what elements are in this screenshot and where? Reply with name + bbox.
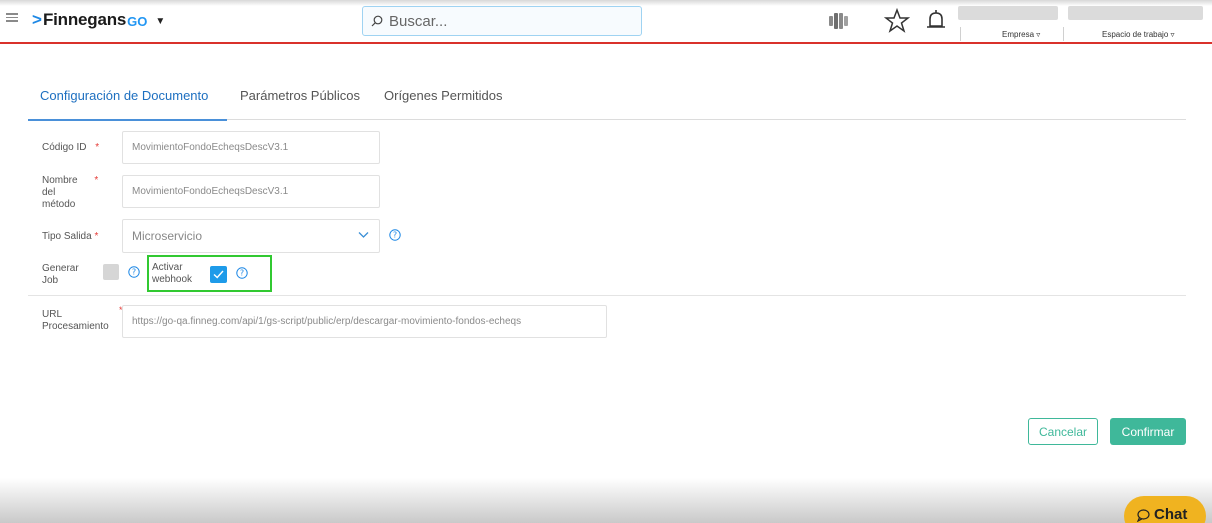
top-bar: > Finnegans GO ▼ Buscar... Empresa ▿ Esp…: [0, 0, 1212, 44]
cancel-button[interactable]: Cancelar: [1028, 418, 1098, 445]
tab-origenes-permitidos[interactable]: Orígenes Permitidos: [384, 88, 503, 103]
hamburger-menu-icon[interactable]: [6, 11, 18, 25]
tipo-salida-select[interactable]: Microservicio: [122, 219, 380, 253]
tab-configuracion-documento[interactable]: Configuración de Documento: [40, 88, 208, 103]
separator: [1063, 27, 1064, 41]
search-input[interactable]: Buscar...: [362, 6, 642, 36]
tab-parametros-publicos[interactable]: Parámetros Públicos: [240, 88, 360, 103]
activar-webhook-checkbox[interactable]: [210, 266, 227, 283]
codigo-id-label: Código ID *: [42, 142, 100, 153]
brand-name: Finnegans: [42, 10, 127, 29]
generar-job-checkbox[interactable]: [103, 264, 119, 280]
empresa-label: Empresa: [1002, 30, 1035, 39]
apps-icon[interactable]: [826, 8, 852, 34]
workspace-label: Espacio de trabajo: [1102, 30, 1169, 39]
divider: [28, 295, 1186, 296]
help-icon[interactable]: ?: [128, 266, 140, 278]
svg-text:?: ?: [132, 268, 136, 277]
confirm-button[interactable]: Confirmar: [1110, 418, 1186, 445]
codigo-id-field[interactable]: MovimientoFondoEcheqsDescV3.1: [122, 131, 380, 164]
tipo-salida-value: Microservicio: [132, 229, 203, 243]
search-placeholder: Buscar...: [389, 12, 448, 30]
check-icon: [213, 270, 224, 279]
brand-logo[interactable]: > Finnegans GO ▼: [32, 9, 165, 31]
search-icon: [371, 15, 383, 27]
nombre-metodo-value: MovimientoFondoEcheqsDescV3.1: [132, 186, 289, 197]
help-icon[interactable]: ?: [236, 267, 248, 279]
nombre-metodo-label: Nombre * del método: [42, 175, 99, 210]
help-icon[interactable]: ?: [389, 229, 401, 241]
url-procesamiento-label: URL Procesamiento: [42, 309, 109, 332]
url-procesamiento-field[interactable]: https://go-qa.finneg.com/api/1/gs-script…: [122, 305, 607, 338]
url-procesamiento-value: https://go-qa.finneg.com/api/1/gs-script…: [132, 316, 522, 327]
tipo-salida-label: Tipo Salida *: [42, 231, 99, 242]
chevron-down-icon[interactable]: ▼: [155, 16, 165, 27]
separator: [960, 27, 961, 41]
brand-arrow-icon: >: [32, 10, 42, 29]
activar-webhook-label: Activar webhook: [152, 262, 193, 285]
chat-label: Chat: [1154, 506, 1188, 523]
bottom-shadow: [0, 478, 1212, 523]
chat-button[interactable]: Chat: [1124, 496, 1206, 523]
workspace-selector[interactable]: Espacio de trabajo ▿: [1102, 30, 1175, 39]
chevron-down-icon: [358, 232, 369, 238]
codigo-id-value: MovimientoFondoEcheqsDescV3.1: [132, 142, 289, 153]
generar-job-label: Generar Job: [42, 263, 79, 286]
blurred-user-info: [958, 6, 1058, 20]
brand-suffix: GO: [127, 13, 148, 29]
svg-text:?: ?: [393, 231, 397, 240]
chevron-down-icon: ▿: [1036, 30, 1041, 39]
blurred-user-info: [1068, 6, 1203, 20]
active-tab-indicator: [28, 119, 227, 121]
chat-bubble-icon: [1136, 509, 1150, 522]
bell-icon[interactable]: [923, 8, 949, 34]
tab-bar: Configuración de Documento Parámetros Pú…: [28, 84, 1186, 121]
empresa-selector[interactable]: Empresa ▿: [1002, 30, 1040, 39]
chevron-down-icon: ▿: [1170, 30, 1175, 39]
star-icon[interactable]: [884, 8, 910, 34]
svg-text:?: ?: [240, 269, 244, 278]
nombre-metodo-field[interactable]: MovimientoFondoEcheqsDescV3.1: [122, 175, 380, 208]
